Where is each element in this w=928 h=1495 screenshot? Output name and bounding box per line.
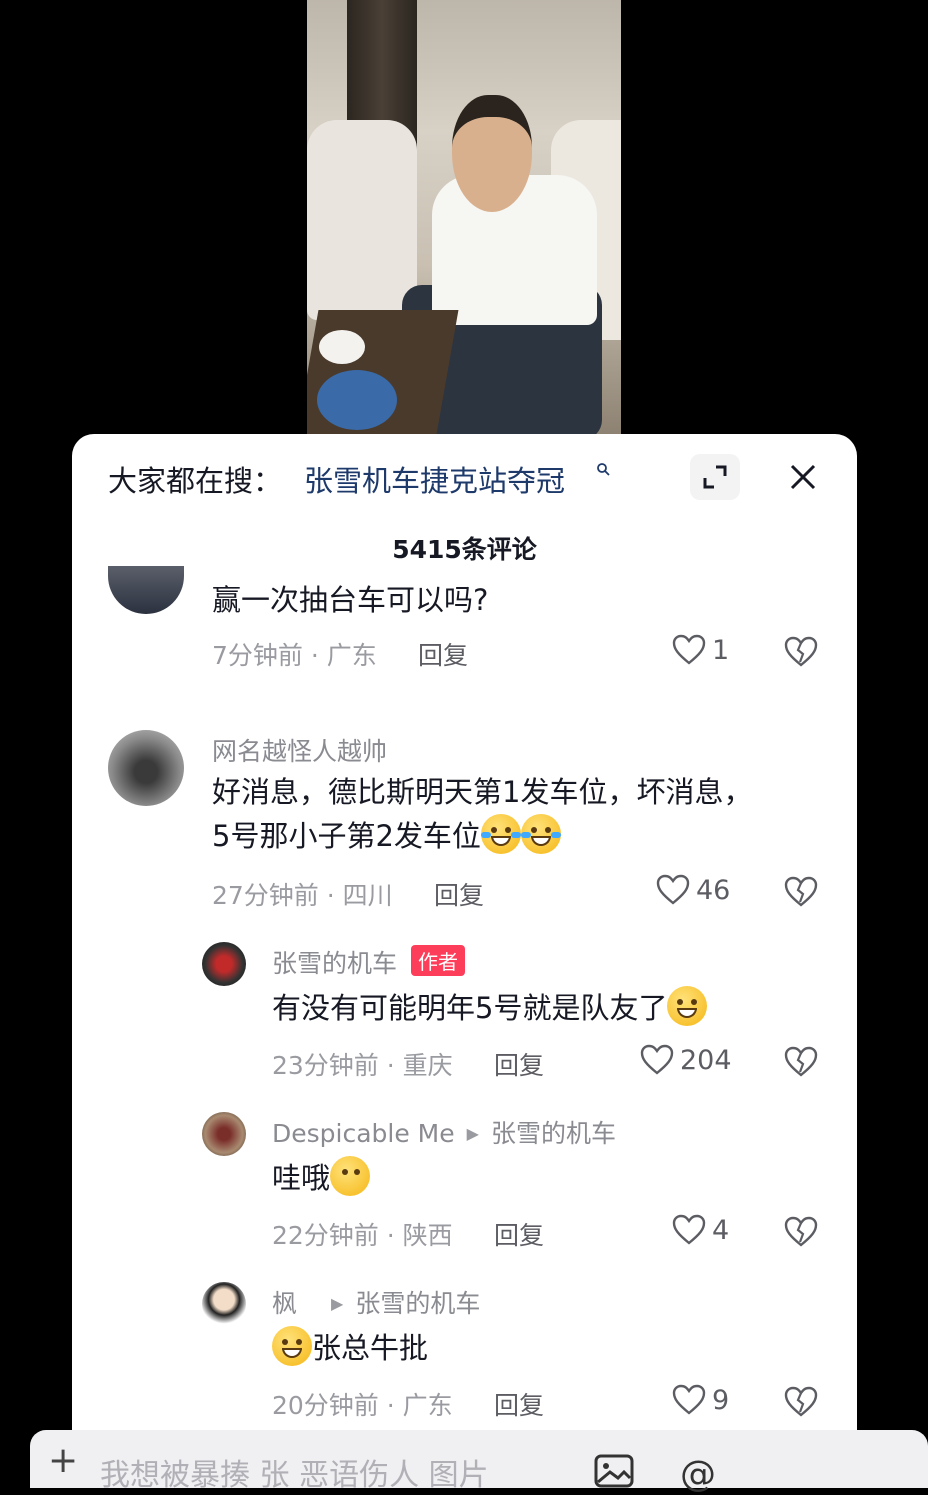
avatar[interactable]: [202, 942, 246, 986]
expand-icon: [703, 465, 727, 489]
at-icon[interactable]: @: [680, 1454, 716, 1495]
grin-emoji: [272, 1326, 312, 1366]
thinking-emoji: [330, 1156, 371, 1196]
like-count: 4: [712, 1214, 730, 1246]
heart-icon: [672, 1384, 706, 1415]
video-player[interactable]: [307, 0, 621, 440]
comment-text: 好消息，德比斯明天第1发车位，坏消息，: [212, 775, 753, 809]
heart-icon: [640, 1044, 674, 1075]
like-count: 9: [712, 1384, 730, 1416]
video-sofa-left: [307, 120, 417, 320]
comment-input-bar[interactable]: + 我想被暴揍 张 恶语伤人 图片 @: [30, 1430, 928, 1495]
reply-to-username[interactable]: 张雪的机车: [491, 1119, 616, 1148]
heart-icon: [672, 634, 706, 665]
reply-arrow-icon: ▶: [466, 1124, 479, 1143]
laugh-cry-emoji: [480, 814, 521, 854]
like-button[interactable]: 1: [672, 634, 729, 666]
video-person-head: [452, 95, 532, 212]
reply-button[interactable]: 回复: [494, 1046, 544, 1082]
comment-text: 张总牛批: [272, 1326, 428, 1370]
search-icon: [597, 463, 610, 476]
reply-button[interactable]: 回复: [434, 876, 484, 912]
avatar[interactable]: [202, 1282, 246, 1326]
avatar[interactable]: [108, 566, 184, 614]
image-icon[interactable]: [594, 1454, 634, 1488]
comment-username[interactable]: Despicable Me ▶ 张雪的机车: [272, 1114, 616, 1150]
like-button[interactable]: 46: [656, 874, 730, 906]
reply-button[interactable]: 回复: [494, 1386, 544, 1422]
comment-username[interactable]: 张雪的机车 作者: [272, 944, 466, 980]
comment-text: 哇哦: [272, 1156, 371, 1200]
reply-arrow-icon: ▶: [331, 1294, 344, 1313]
broken-heart-icon[interactable]: [784, 876, 818, 908]
close-icon: [790, 464, 816, 490]
comment-text: 赢一次抽台车可以吗?: [212, 583, 489, 617]
laugh-cry-emoji: [520, 814, 561, 854]
comment-count: 5415条评论: [392, 535, 537, 564]
close-button[interactable]: [778, 452, 828, 502]
like-count: 46: [696, 874, 731, 906]
broken-heart-icon[interactable]: [784, 1046, 818, 1078]
search-prefix: 大家都在搜：: [108, 464, 283, 498]
plus-icon[interactable]: +: [48, 1440, 78, 1481]
avatar[interactable]: [202, 1112, 246, 1156]
reply-to-username[interactable]: 张雪的机车: [355, 1289, 480, 1318]
heart-icon: [672, 1214, 706, 1245]
heart-icon: [656, 874, 690, 905]
author-badge: 作者: [411, 945, 466, 976]
comment-username[interactable]: 枫 ▶ 张雪的机车: [272, 1284, 480, 1320]
reply-button[interactable]: 回复: [418, 636, 468, 672]
broken-heart-icon[interactable]: [784, 636, 818, 668]
comment-panel: 大家都在搜： 张雪机车捷克站夺冠 5415条评论 赢一次抽台车可以吗? 7分钟前…: [72, 434, 857, 1488]
comment-text-line2: 5号那小子第2发车位: [212, 814, 561, 858]
comment-meta: 22分钟前 · 陕西: [272, 1221, 453, 1250]
comment-username[interactable]: 网名越怪人越帅: [212, 732, 387, 768]
video-plate: [317, 370, 397, 430]
grin-emoji: [667, 986, 708, 1026]
video-bowl: [319, 330, 365, 364]
avatar[interactable]: [108, 730, 184, 806]
search-term-link[interactable]: 张雪机车捷克站夺冠: [304, 458, 565, 500]
broken-heart-icon[interactable]: [784, 1386, 818, 1418]
comment-meta: 20分钟前 · 广东: [272, 1391, 453, 1420]
comment-input[interactable]: 我想被暴揍 张 恶语伤人 图片: [100, 1450, 489, 1494]
broken-heart-icon[interactable]: [784, 1216, 818, 1248]
reply-button[interactable]: 回复: [494, 1216, 544, 1252]
like-button[interactable]: 204: [640, 1044, 732, 1076]
expand-button[interactable]: [690, 454, 740, 500]
comment-meta: 7分钟前 · 广东: [212, 641, 377, 670]
like-count: 1: [712, 634, 730, 666]
like-count: 204: [680, 1044, 732, 1076]
comment-text: 有没有可能明年5号就是队友了: [272, 986, 708, 1030]
comment-meta: 27分钟前 · 四川: [212, 881, 393, 910]
comment-meta: 23分钟前 · 重庆: [272, 1051, 453, 1080]
like-button[interactable]: 4: [672, 1214, 729, 1246]
like-button[interactable]: 9: [672, 1384, 729, 1416]
